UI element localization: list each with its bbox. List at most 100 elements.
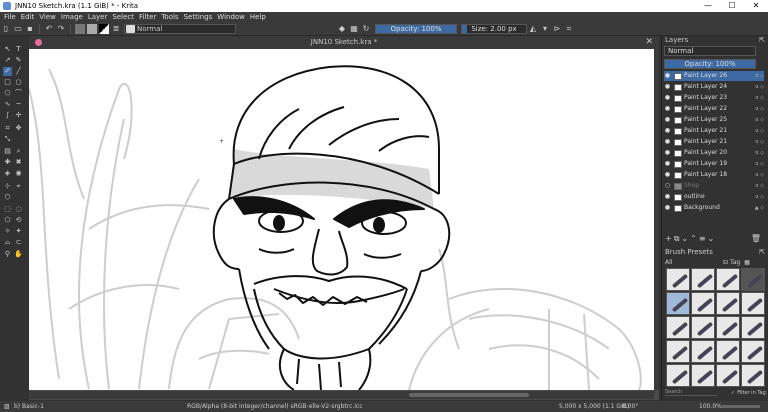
- duplicate-layer-icon[interactable]: ⧉: [674, 234, 680, 244]
- menu-settings[interactable]: Settings: [184, 13, 213, 21]
- visibility-icon[interactable]: ●: [664, 137, 671, 147]
- visibility-icon[interactable]: ●: [664, 170, 671, 180]
- minimize-button[interactable]: —: [696, 0, 720, 12]
- brush-preset-tile[interactable]: [691, 292, 715, 315]
- fill-tool-icon[interactable]: ◈: [3, 169, 12, 178]
- multibrush-icon[interactable]: ✢: [14, 111, 23, 120]
- layer-properties-icon[interactable]: ≡: [699, 234, 706, 244]
- visibility-icon[interactable]: ○: [664, 181, 671, 191]
- wrap-around-icon[interactable]: ⊳: [552, 24, 562, 34]
- rect-select-icon[interactable]: ⬚: [3, 205, 12, 214]
- layer-row[interactable]: ● Paint Layer 20 α ◇: [664, 148, 764, 158]
- contiguous-select-icon[interactable]: ✧: [3, 227, 12, 236]
- brush-search-input[interactable]: Search: [665, 389, 717, 396]
- brush-preset-tile[interactable]: [716, 268, 740, 291]
- layer-row[interactable]: ● Background ▲ ◇: [664, 203, 764, 213]
- freehand-brush-icon[interactable]: ✐: [3, 67, 12, 76]
- gradient-tool-icon[interactable]: ▤: [3, 147, 12, 156]
- layer-flags-icon[interactable]: ▲ ◇: [742, 203, 764, 213]
- move-layer-up-icon[interactable]: ⌃: [690, 234, 697, 244]
- color-picker-icon[interactable]: ⌕: [14, 147, 23, 156]
- layer-row[interactable]: ● Paint Layer 24 α ◇: [664, 82, 764, 92]
- brush-preset-tile[interactable]: [716, 364, 740, 387]
- layer-row[interactable]: ○ Shop α ◇: [664, 181, 764, 191]
- reload-preset-icon[interactable]: ↻: [361, 24, 371, 34]
- text-tool-icon[interactable]: T: [14, 45, 23, 54]
- new-document-icon[interactable]: ▯: [1, 24, 11, 34]
- layer-flags-icon[interactable]: α ◇: [742, 181, 764, 191]
- menu-select[interactable]: Select: [112, 13, 134, 21]
- similar-select-icon[interactable]: ✦: [14, 227, 23, 236]
- outline-select-icon[interactable]: ⟲: [14, 216, 23, 225]
- visibility-icon[interactable]: ●: [664, 82, 671, 92]
- layer-row[interactable]: ● Paint Layer 21 α ◇: [664, 137, 764, 147]
- layer-blend-mode-select[interactable]: Normal: [664, 46, 756, 56]
- brush-filter-select[interactable]: All: [665, 259, 705, 266]
- delete-layer-icon[interactable]: 🗑: [751, 234, 761, 244]
- bezier-tool-icon[interactable]: ∿: [3, 100, 12, 109]
- rotation-info[interactable]: 0.00°: [622, 401, 638, 412]
- layer-flags-icon[interactable]: α ◇: [742, 192, 764, 202]
- layer-menu-icon[interactable]: ⌄: [708, 234, 715, 244]
- undo-icon[interactable]: ↶: [44, 24, 54, 34]
- visibility-icon[interactable]: ●: [664, 148, 671, 158]
- menu-edit[interactable]: Edit: [21, 13, 35, 21]
- visibility-icon[interactable]: ●: [664, 126, 671, 136]
- layer-row[interactable]: ● Paint Layer 25 α ◇: [664, 115, 764, 125]
- calligraphy-icon[interactable]: ✎: [14, 56, 23, 65]
- layer-opacity-slider[interactable]: Opacity: 100%: [664, 59, 756, 69]
- brush-preset-tile[interactable]: [741, 316, 765, 339]
- filter-in-tag-checkbox[interactable]: ✓: [731, 390, 735, 396]
- select-shapes-icon[interactable]: ↖: [3, 45, 12, 54]
- reference-tool-icon[interactable]: ⌖: [14, 182, 23, 191]
- menu-view[interactable]: View: [39, 13, 56, 21]
- add-layer-icon[interactable]: +: [665, 234, 672, 244]
- layer-row[interactable]: ● Paint Layer 23 α ◇: [664, 93, 764, 103]
- alpha-lock-icon[interactable]: ▦: [349, 24, 359, 34]
- save-icon[interactable]: ▪: [25, 24, 35, 34]
- layer-flags-icon[interactable]: α ◇: [742, 93, 764, 103]
- ellipse-select-icon[interactable]: ◌: [14, 205, 23, 214]
- ellipse-tool-icon[interactable]: ○: [14, 78, 23, 87]
- polyline-tool-icon[interactable]: ⌒: [14, 89, 23, 98]
- tag-icon[interactable]: ⊟: [723, 259, 728, 266]
- move-layer-down-icon[interactable]: ⌄: [681, 234, 688, 244]
- perspective-grid-icon[interactable]: ⬡: [3, 193, 12, 202]
- brush-preset-tile[interactable]: [741, 292, 765, 315]
- measure-tool-icon[interactable]: ⊹: [3, 182, 12, 191]
- brush-preset-tile[interactable]: [691, 340, 715, 363]
- crop-tool-icon[interactable]: ⌗: [3, 124, 12, 133]
- maximize-button[interactable]: ☐: [720, 0, 744, 12]
- panel-float-icon[interactable]: ⇱: [759, 248, 765, 257]
- size-slider[interactable]: Size: 2.00 px: [461, 23, 527, 34]
- line-tool-icon[interactable]: ╱: [14, 67, 23, 76]
- visibility-icon[interactable]: ●: [664, 104, 671, 114]
- layer-row[interactable]: ● Paint Layer 26 α ◇: [664, 71, 764, 81]
- color-swatch[interactable]: [99, 23, 109, 34]
- brush-settings-icon[interactable]: ≣: [111, 24, 121, 34]
- layer-flags-icon[interactable]: α ◇: [742, 104, 764, 114]
- layer-flags-icon[interactable]: α ◇: [742, 82, 764, 92]
- layer-row[interactable]: ● Paint Layer 21 α ◇: [664, 126, 764, 136]
- brush-preset-tile[interactable]: [691, 268, 715, 291]
- zoom-level[interactable]: 100.0%: [699, 401, 722, 412]
- crop-icon[interactable]: ⌗: [564, 24, 574, 34]
- layer-row[interactable]: ● Paint Layer 22 α ◇: [664, 104, 764, 114]
- tag-select[interactable]: Tag: [730, 259, 740, 266]
- layer-flags-icon[interactable]: α ◇: [742, 137, 764, 147]
- layer-flags-icon[interactable]: α ◇: [742, 115, 764, 125]
- transform-tool-icon[interactable]: ⤡: [3, 135, 12, 144]
- eraser-mode-icon[interactable]: ◆: [337, 24, 347, 34]
- panel-options-icon[interactable]: ⇱: [759, 36, 765, 45]
- document-tab[interactable]: JNN10 Sketch.kra * ✕: [29, 36, 659, 49]
- brush-preset-tile[interactable]: [666, 364, 690, 387]
- mirror-vertical-icon[interactable]: ▾: [540, 24, 550, 34]
- current-brush-label[interactable]: b) Basic-1: [14, 401, 44, 412]
- assistant-tool-icon[interactable]: ✖: [14, 158, 23, 167]
- menu-help[interactable]: Help: [250, 13, 266, 21]
- magnetic-select-icon[interactable]: ⊂: [14, 238, 23, 247]
- layer-flags-icon[interactable]: α ◇: [742, 126, 764, 136]
- visibility-icon[interactable]: ●: [664, 71, 671, 81]
- polygon-tool-icon[interactable]: ⬠: [3, 89, 12, 98]
- layer-flags-icon[interactable]: α ◇: [742, 148, 764, 158]
